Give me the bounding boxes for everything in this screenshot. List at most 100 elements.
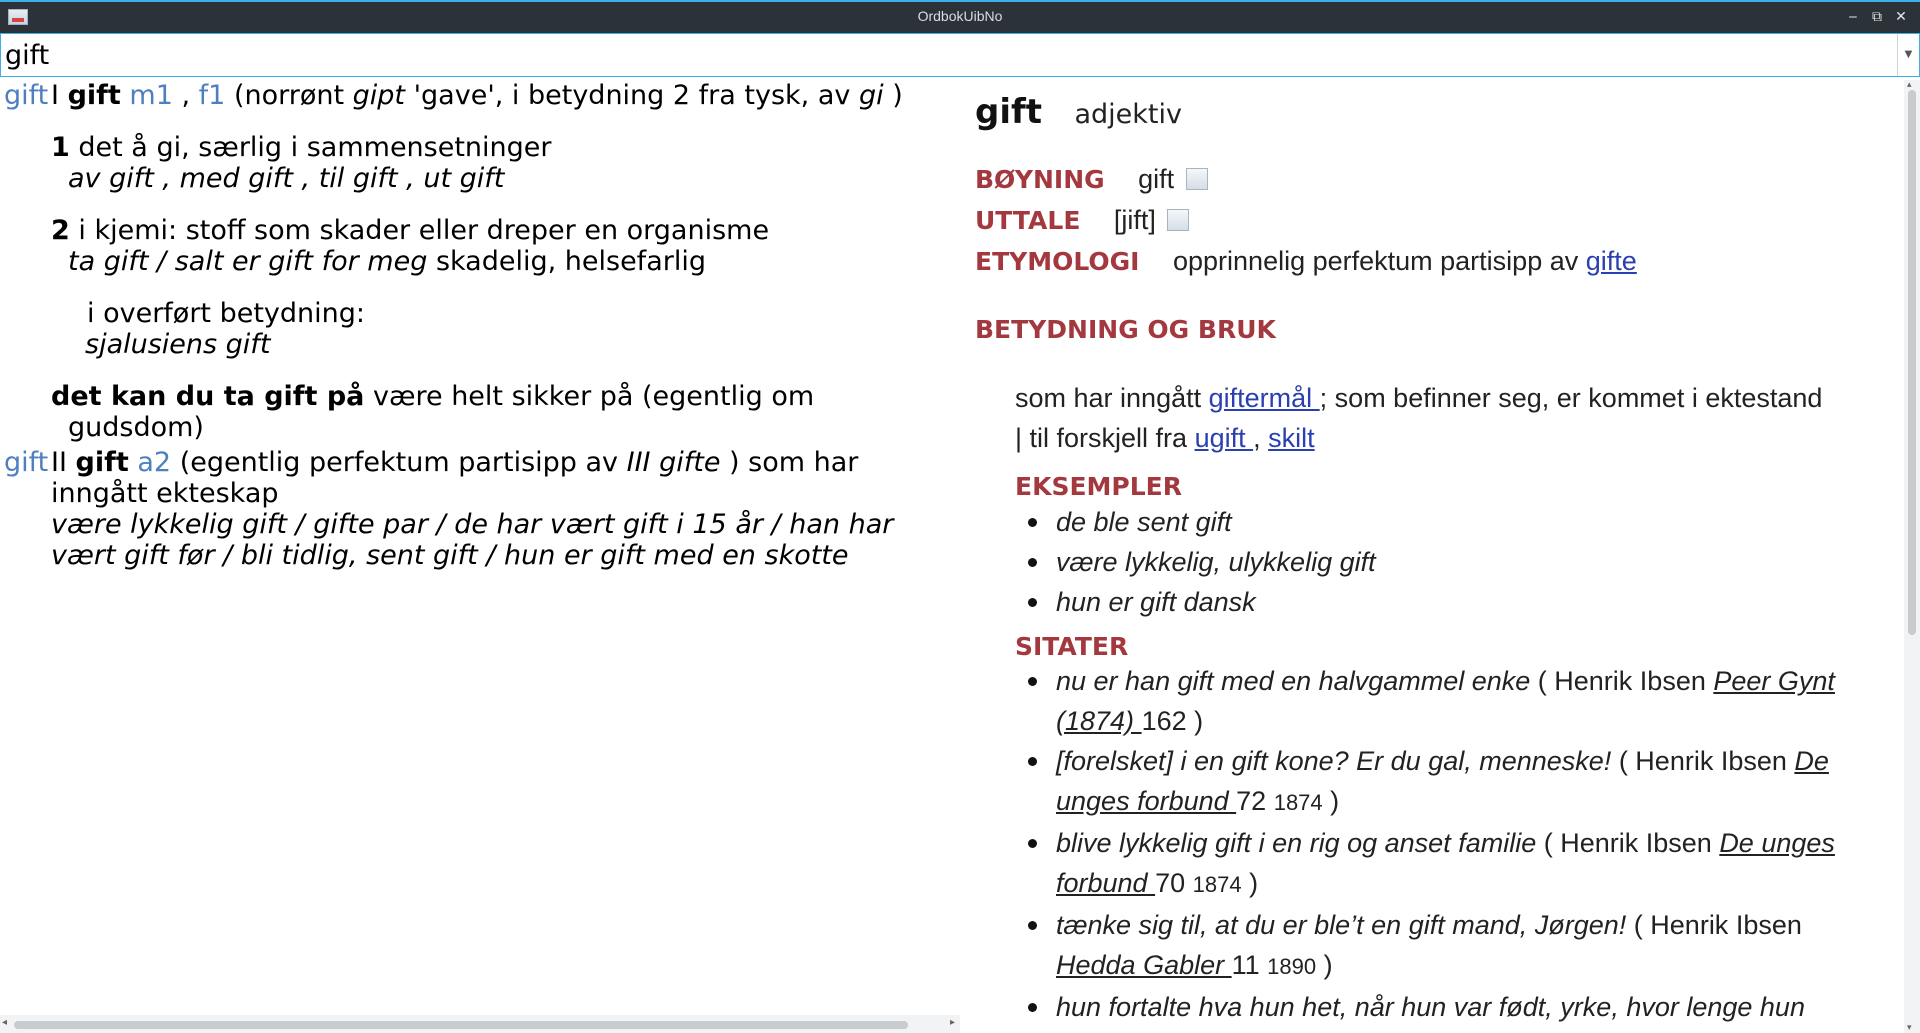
section-label-betydning: BETYDNING OG BRUK [975, 315, 1276, 344]
search-combobox[interactable]: ▼ [0, 33, 1920, 77]
audio-icon[interactable] [1185, 168, 1208, 190]
part-of-speech: adjektiv [1074, 99, 1183, 130]
close-icon[interactable]: ✕ [1892, 8, 1910, 26]
entry-example: vært gift før / bli tidlig, sent gift / … [51, 540, 849, 571]
search-input[interactable] [1, 34, 1897, 76]
audio-icon[interactable] [1167, 209, 1190, 231]
window-title: OrdbokUibNo [917, 8, 1003, 24]
title-bar: OrdbokUibNo ‒ ⧉ ✕ [0, 0, 1920, 33]
chevron-down-icon[interactable]: ▼ [1897, 34, 1919, 76]
meaning-part: ; som befinner seg, er kommet i ektestan… [1319, 383, 1823, 413]
article-headword: gift [975, 92, 1043, 132]
etymology-word: gi [858, 80, 884, 111]
list-item: [forelsket] i en gift kone? Er du gal, m… [1015, 741, 1875, 823]
section-label-boyning: BØYNING [975, 165, 1105, 194]
quote-work-link[interactable]: Hedda Gabler [1056, 950, 1232, 980]
quote-close: ) [1322, 786, 1340, 816]
scrollbar-thumb[interactable] [1908, 90, 1916, 635]
entry-example: være lykkelig gift / gifte par / de har … [51, 509, 894, 540]
horizontal-scrollbar[interactable]: ◂ ▸ [0, 1015, 960, 1033]
quotes-list: nu er han gift med en halvgammel enke ( … [1015, 661, 1875, 1027]
section-label-etymologi: ETYMOLOGI [975, 247, 1140, 276]
scroll-left-icon[interactable]: ◂ [2, 1017, 7, 1028]
entry-gift-1[interactable]: gift I gift m1 , f1 (norrønt gipt 'gave'… [0, 80, 960, 443]
sub-sense: i overført betydning: sjalusiens gift [51, 298, 960, 360]
quote-page: 162 [1141, 706, 1187, 736]
idiom-meaning: være helt sikker på (egentlig om [373, 381, 815, 412]
entry-gift-2[interactable]: gift II gift a2 (egentlig perfektum part… [0, 447, 960, 571]
betydning-row: BETYDNING OG BRUK [975, 314, 1302, 345]
scroll-right-icon[interactable]: ▸ [950, 1017, 955, 1028]
section-label-uttale: UTTALE [975, 206, 1081, 235]
etymologi-row: ETYMOLOGI opprinnelig perfektum partisip… [975, 246, 1637, 277]
etymology-text: 'gave', i betydning 2 fra tysk, av [413, 80, 851, 111]
sub-sense-example: sjalusiens gift [85, 329, 271, 360]
sense-number: 1 [51, 132, 70, 163]
entry-label[interactable]: gift [4, 447, 48, 478]
idiom-phrase: det kan du ta gift på [51, 381, 365, 412]
quote-text: nu er han gift med en halvgammel enke [1056, 666, 1531, 696]
quote-close: ) [1316, 950, 1333, 980]
quote-text: hun fortalte hva hun het, når hun var fø… [1056, 992, 1805, 1022]
homograph-number: I [51, 80, 59, 111]
entry-definition: inngått ekteskap [51, 478, 279, 509]
etymology-word: III gifte [626, 447, 721, 478]
pronunciation-value: [jift] [1113, 205, 1156, 235]
quote-page: 72 [1236, 786, 1267, 816]
scrollbar-thumb[interactable] [14, 1021, 908, 1029]
entry-headword: gift [67, 80, 121, 111]
section-label-sitater: SITATER [1015, 632, 1129, 661]
vertical-scrollbar[interactable]: ▴ ▾ [1904, 80, 1920, 1033]
quote-year: 1874 [1273, 790, 1323, 815]
quote-year: 1890 [1267, 954, 1317, 979]
link-giftermal[interactable]: giftermål [1209, 383, 1320, 413]
entry-header: II gift a2 (egentlig perfektum partisipp… [51, 447, 960, 478]
sense-example: ta gift / salt er gift for meg [68, 246, 428, 277]
gender-link-f1[interactable]: f1 [199, 80, 226, 111]
separator: , [181, 80, 191, 111]
inflection-class-link[interactable]: a2 [137, 447, 171, 478]
sense-gloss: skadelig, helsefarlig [435, 246, 706, 277]
entry-list-pane: gift I gift m1 , f1 (norrønt gipt 'gave'… [0, 80, 960, 1015]
quote-text: tænke sig til, at du er ble’t en gift ma… [1056, 910, 1627, 940]
article-header: gift adjektiv [975, 92, 1182, 132]
list-item: hun fortalte hva hun het, når hun var fø… [1015, 987, 1875, 1027]
quote-text: [forelsket] i en gift kone? Er du gal, m… [1056, 746, 1612, 776]
sense-example: av gift , med gift , til gift , ut gift [68, 163, 505, 194]
section-label-eksempler: EKSEMPLER [1015, 472, 1182, 501]
scroll-down-icon[interactable]: ▾ [1907, 1023, 1912, 1033]
quote-page: 70 [1155, 868, 1186, 898]
link-skilt[interactable]: skilt [1268, 423, 1315, 453]
article-pane: gift adjektiv BØYNING gift UTTALE [jift]… [960, 80, 1900, 1033]
quote-page: 11 [1231, 950, 1260, 980]
homograph-number: II [51, 447, 67, 478]
quote-close: ) [1186, 706, 1204, 736]
entry-label[interactable]: gift [4, 80, 48, 111]
uttale-row: UTTALE [jift] [975, 205, 1190, 236]
sense-number: 2 [51, 215, 70, 246]
idiom: det kan du ta gift på være helt sikker p… [51, 381, 960, 443]
sense-definition: i kjemi: stoff som skader eller dreper e… [78, 215, 770, 246]
maximize-icon[interactable]: ⧉ [1868, 8, 1886, 26]
etymology-word: gipt [352, 80, 406, 111]
sub-sense-label: i overført betydning: [87, 298, 366, 329]
meaning-part: | til forskjell fra [1015, 423, 1188, 453]
etymology-text: (norrønt [233, 80, 345, 111]
sense-2: 2 i kjemi: stoff som skader eller dreper… [51, 215, 960, 277]
scroll-up-icon[interactable]: ▴ [1907, 80, 1912, 90]
etymology-close: ) [892, 80, 903, 111]
etymology-text: (egentlig perfektum partisipp av [179, 447, 619, 478]
etymology-text: ) som har [729, 447, 859, 478]
quote-author: ( Henrik Ibsen [1536, 828, 1720, 858]
minimize-icon[interactable]: ‒ [1844, 8, 1862, 26]
link-ugift[interactable]: ugift [1195, 423, 1254, 453]
etymology-text: opprinnelig perfektum partisipp av [1173, 246, 1579, 276]
list-item: hun er gift dansk [1015, 582, 1875, 622]
list-item: de ble sent gift [1015, 502, 1875, 542]
meaning-part: , [1253, 423, 1261, 453]
gender-link-m1[interactable]: m1 [129, 80, 172, 111]
etymology-link[interactable]: gifte [1586, 246, 1637, 276]
list-item: tænke sig til, at du er ble’t en gift ma… [1015, 905, 1875, 987]
quote-author: ( Henrik Ibsen [1626, 910, 1802, 940]
idiom-meaning-cont: gudsdom) [68, 412, 204, 443]
